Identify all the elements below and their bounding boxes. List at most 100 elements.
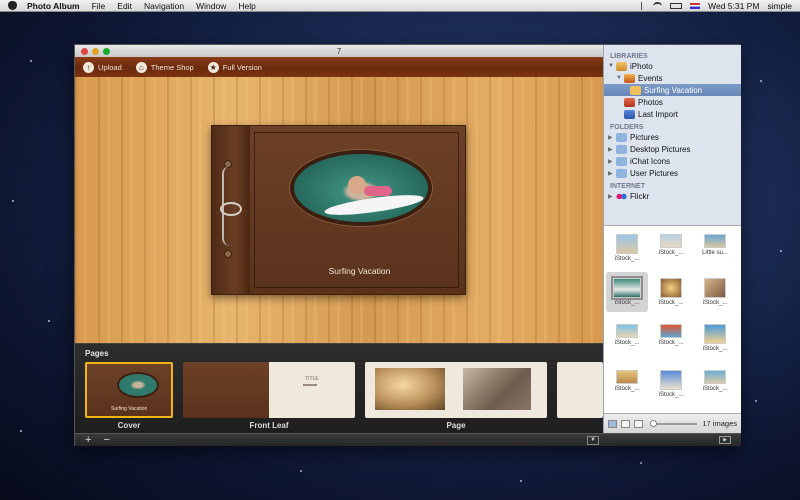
libraries-header: LIBRARIES <box>610 53 648 60</box>
photo-thumb[interactable]: iStock_... <box>650 364 692 404</box>
source-list: LIBRARIES ▼ iPhoto ▼ Events Surfing Vaca… <box>603 45 741 225</box>
sidebar-item-ichat-icons[interactable]: ▶ iChat Icons <box>604 155 741 167</box>
sidebar-item-pictures[interactable]: ▶ Pictures <box>604 131 741 143</box>
page-thumb-page[interactable] <box>365 362 547 418</box>
slider-knob[interactable] <box>650 419 657 427</box>
photo-image <box>660 278 682 298</box>
page-thumb-cover[interactable]: Surfing Vacation <box>85 362 173 418</box>
photo-image <box>616 324 638 338</box>
album-cover[interactable]: Surfing Vacation <box>211 125 466 295</box>
disclosure-down-icon[interactable]: ▼ <box>608 63 616 69</box>
theme-shop-button[interactable]: ⌂ Theme Shop <box>135 61 194 73</box>
sidebar-item-events[interactable]: ▼ Events <box>604 72 741 84</box>
photo-thumb[interactable]: iStock_... <box>650 318 692 358</box>
sidebar-item-last-import[interactable]: Last Import <box>604 108 741 120</box>
list-view-icon[interactable] <box>621 419 630 428</box>
sidebar-item-label: Photos <box>638 97 663 107</box>
disclosure-right-icon[interactable]: ▶ <box>608 193 616 200</box>
add-page-button[interactable]: + <box>85 434 91 446</box>
photos-icon <box>624 97 635 107</box>
page-thumb-front-leaf[interactable]: TITLE <box>183 362 355 418</box>
photo-image <box>704 324 726 344</box>
photo-thumb[interactable]: Little su... <box>694 228 736 268</box>
internet-header: INTERNET <box>610 183 645 190</box>
menu-navigation[interactable]: Navigation <box>144 1 184 11</box>
menu-edit[interactable]: Edit <box>117 1 132 11</box>
basket-icon: ⌂ <box>135 61 147 73</box>
sidebar-item-desktop-pictures[interactable]: ▶ Desktop Pictures <box>604 143 741 155</box>
wifi-icon[interactable] <box>653 1 663 10</box>
photo-image <box>704 370 726 384</box>
photo-thumb[interactable]: iStock_... <box>650 228 692 268</box>
photo-caption: iStock_... <box>614 340 640 346</box>
album-title[interactable]: Surfing Vacation <box>254 266 465 276</box>
menu-window[interactable]: Window <box>196 1 226 11</box>
flickr-icon <box>616 191 627 201</box>
disclosure-right-icon[interactable]: ▶ <box>608 170 616 177</box>
album-stage: Surfing Vacation <box>75 77 603 343</box>
photo-image <box>611 276 643 300</box>
front-leaf-right: TITLE <box>269 362 355 418</box>
bow-icon <box>220 202 242 216</box>
sidebar-item-label: Surfing Vacation <box>644 85 703 95</box>
window-title: 7 <box>336 46 342 56</box>
sidebar-item-label: Desktop Pictures <box>630 144 691 154</box>
clock[interactable]: Wed 5:31 PM <box>708 1 759 11</box>
detail-view-icon[interactable] <box>634 419 643 428</box>
folders-header: FOLDERS <box>610 124 644 131</box>
page-photo-sunset <box>375 368 445 410</box>
toolbar: ↑ Upload ⌂ Theme Shop ★ Full Version <box>75 57 603 77</box>
photo-caption: iStock_... <box>658 250 684 256</box>
grid-view-icon[interactable] <box>608 419 617 428</box>
badge-icon: ★ <box>207 61 219 73</box>
upload-button[interactable]: ↑ Upload <box>83 61 122 73</box>
photo-thumb-selected[interactable]: iStock_... <box>606 272 648 312</box>
sidebar-bottom-bar: ▶ <box>603 433 741 446</box>
full-version-button[interactable]: ★ Full Version <box>207 61 262 73</box>
sidebar-item-iphoto[interactable]: ▼ iPhoto <box>604 60 741 72</box>
remove-page-button[interactable]: − <box>103 434 109 446</box>
photo-thumb[interactable]: iStock_... <box>606 228 648 268</box>
thumbnail-size-slider[interactable] <box>650 419 697 427</box>
sidebar-item-photos[interactable]: Photos <box>604 96 741 108</box>
event-icon <box>630 85 641 95</box>
disclosure-right-icon[interactable]: ▶ <box>608 134 616 141</box>
user-name[interactable]: simple <box>767 1 792 11</box>
photo-thumb[interactable]: iStock_... <box>694 318 736 358</box>
toggle-pane-icon[interactable]: ▶ <box>719 436 731 444</box>
photo-caption: iStock_... <box>702 300 728 306</box>
apple-icon[interactable] <box>8 1 17 10</box>
cover-photo[interactable] <box>290 150 432 226</box>
flag-icon[interactable] <box>690 2 701 9</box>
bottom-bar: + − ▼ <box>75 433 603 446</box>
photo-thumb[interactable]: iStock_... <box>650 272 692 312</box>
dropdown-icon[interactable]: ▼ <box>587 435 599 445</box>
battery-icon[interactable] <box>670 2 683 9</box>
full-version-label: Full Version <box>222 62 262 72</box>
photo-image <box>660 234 682 248</box>
disclosure-right-icon[interactable]: ▶ <box>608 146 616 153</box>
photo-thumb[interactable]: iStock_... <box>606 318 648 358</box>
sidebar-item-surfing-vacation[interactable]: Surfing Vacation <box>604 84 741 96</box>
sidebar-item-label: Events <box>638 73 663 83</box>
menu-file[interactable]: File <box>92 1 106 11</box>
photo-image <box>616 370 638 384</box>
menu-app-name[interactable]: Photo Album <box>27 1 80 11</box>
bluetooth-icon[interactable] <box>641 1 645 10</box>
sidebar-item-flickr[interactable]: ▶ Flickr <box>604 190 741 202</box>
photo-image <box>660 370 682 390</box>
photo-thumb[interactable]: iStock_... <box>606 364 648 404</box>
upload-icon: ↑ <box>83 61 94 73</box>
rivet-icon <box>224 250 232 258</box>
page-thumb-next[interactable] <box>557 362 603 418</box>
disclosure-down-icon[interactable]: ▼ <box>616 75 624 81</box>
photo-thumb[interactable]: iStock_... <box>694 364 736 404</box>
menu-help[interactable]: Help <box>238 1 255 11</box>
app-window: 7 ↑ Upload ⌂ Theme Shop ★ Full Version S… <box>74 44 741 446</box>
sidebar-item-user-pictures[interactable]: ▶ User Pictures <box>604 167 741 179</box>
disclosure-right-icon[interactable]: ▶ <box>608 158 616 165</box>
photo-thumb[interactable]: iStock_... <box>694 272 736 312</box>
grid-toolbar: 17 images <box>603 413 741 433</box>
folder-icon <box>616 144 627 154</box>
last-import-icon <box>624 109 635 119</box>
